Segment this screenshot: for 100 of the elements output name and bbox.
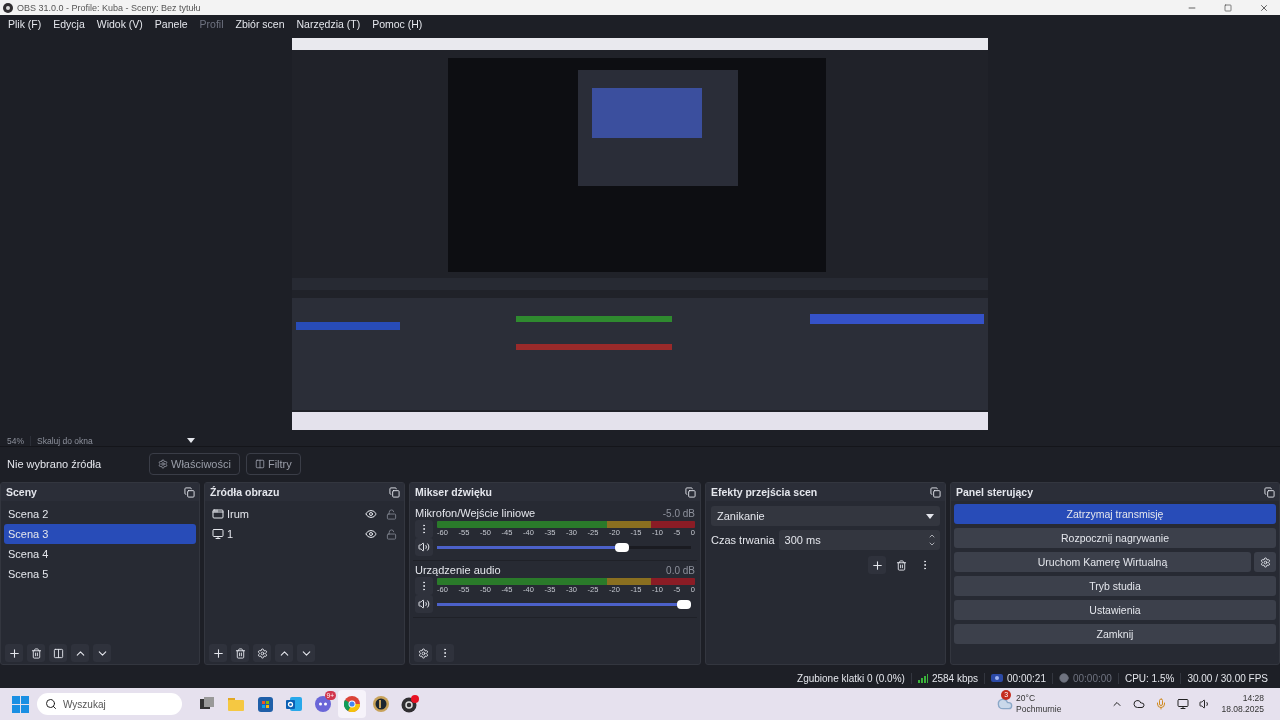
monitor-icon [212, 528, 224, 540]
add-button[interactable] [209, 644, 227, 662]
maximize-icon[interactable] [1224, 3, 1232, 12]
channel-menu-button[interactable] [415, 577, 433, 595]
move-down-button[interactable] [93, 644, 111, 662]
scene-item[interactable]: Scena 4 [4, 544, 196, 564]
float-dock-icon[interactable] [930, 486, 941, 498]
store-icon [257, 696, 273, 712]
trash-icon [234, 647, 246, 659]
menu-item[interactable]: Panele [148, 17, 194, 30]
clock-time: 14:28 [1242, 693, 1264, 704]
control-button[interactable]: Tryb studia [954, 576, 1276, 596]
dock-title: Panel sterujący [956, 486, 1034, 498]
filters-button[interactable]: Filtry [245, 452, 301, 475]
record-time: 00:00:00 [1072, 672, 1112, 684]
stream-time: 00:00:21 [1007, 672, 1046, 684]
transition-dropdown[interactable]: Zanikanie [711, 506, 940, 526]
record-icon [1058, 673, 1069, 683]
control-button[interactable]: Ustawienia [954, 600, 1276, 620]
filter-icon [254, 458, 265, 469]
settings-button[interactable] [1254, 552, 1276, 572]
properties-button[interactable]: Właściwości [149, 452, 240, 475]
control-button[interactable]: Rozpocznij nagrywanie [954, 528, 1276, 548]
visibility-icon[interactable] [365, 508, 377, 520]
stream-icon [991, 674, 1004, 682]
browser-icon [344, 696, 360, 712]
mute-button[interactable] [415, 538, 433, 556]
folder-icon [228, 697, 244, 711]
window-icon [212, 508, 224, 520]
search-field[interactable]: Wyszukaj [37, 693, 182, 715]
float-dock-icon[interactable] [685, 486, 696, 498]
caret-icon [926, 513, 934, 519]
menu-item[interactable]: Narzędzia (T) [290, 17, 367, 30]
float-dock-icon[interactable] [184, 486, 195, 498]
settings-button[interactable] [253, 644, 271, 662]
weather-condition: Pochmurnie [1016, 704, 1062, 715]
close-icon[interactable] [1259, 2, 1269, 13]
menu-item[interactable]: Plik (F) [2, 17, 48, 30]
menu-item[interactable]: Pomoc (H) [366, 17, 429, 30]
control-button[interactable]: Uruchom Kamerę Wirtualną [954, 552, 1251, 572]
app-logo-icon [3, 2, 13, 13]
volume-reading: -5.0 dB [662, 507, 695, 519]
scene-item[interactable]: Scena 5 [4, 564, 196, 584]
lock-icon[interactable] [386, 508, 397, 520]
channel-name: Urządzenie audio [415, 564, 501, 576]
caret-icon [187, 438, 195, 443]
plus-icon [211, 646, 225, 660]
lock-icon[interactable] [386, 528, 397, 540]
chat-app-icon [315, 696, 331, 712]
dock-title: Mikser dźwięku [415, 486, 493, 498]
float-dock-icon[interactable] [1264, 486, 1275, 498]
dock-title: Efekty przejścia scen [711, 486, 818, 498]
scene-item[interactable]: Scena 3 [4, 524, 196, 544]
signal-icon [917, 673, 928, 683]
channel-name: Mikrofon/Wejście liniowe [415, 507, 536, 519]
window-title: OBS 31.0.0 - Profile: Kuba - Sceny: Bez tytułu [17, 2, 202, 13]
filter-icon [52, 647, 64, 659]
menu-item[interactable]: Widok (V) [90, 17, 149, 30]
zoom-percent: 54% [7, 435, 24, 446]
delete-button[interactable] [27, 644, 45, 662]
menu-item[interactable]: Edycja [47, 17, 91, 30]
dropped-frames: Zgubione klatki 0 (0.0%) [791, 672, 911, 684]
move-up-button[interactable] [275, 644, 293, 662]
filters-button[interactable] [49, 644, 67, 662]
menu-item[interactable]: Zbiór scen [229, 17, 291, 30]
mixer-menu-button[interactable] [436, 644, 454, 662]
plus-icon [870, 558, 884, 572]
duration-field[interactable]: 300 ms [778, 530, 940, 550]
trash-icon [895, 559, 907, 571]
delete-button[interactable] [231, 644, 249, 662]
channel-menu-button[interactable] [415, 520, 433, 538]
slider-handle[interactable] [614, 542, 629, 552]
add-button[interactable] [868, 556, 886, 574]
duration-label: Czas trwania [711, 534, 775, 546]
trash-icon [30, 647, 42, 659]
cpu-usage: CPU: 1.5% [1117, 672, 1181, 684]
control-button[interactable]: Zamknij [954, 624, 1276, 644]
advanced-audio-button[interactable] [414, 644, 432, 662]
visibility-icon[interactable] [365, 528, 377, 540]
settings-icon [158, 458, 168, 469]
add-button[interactable] [5, 644, 23, 662]
fps: 30.00 / 30.00 FPS [1180, 672, 1274, 684]
dock-title: Sceny [6, 486, 37, 498]
settings-icon [256, 647, 268, 659]
start-button[interactable] [12, 695, 29, 713]
move-up-button[interactable] [71, 644, 89, 662]
slider-handle[interactable] [677, 599, 691, 609]
source-item[interactable]: Irum [208, 504, 401, 524]
float-dock-icon[interactable] [389, 486, 400, 498]
source-item[interactable]: 1 [208, 524, 401, 544]
temperature: 20°C [1016, 693, 1036, 704]
move-down-button[interactable] [297, 644, 315, 662]
scene-item[interactable]: Scena 2 [4, 504, 196, 524]
control-button[interactable]: Zatrzymaj transmisję [954, 504, 1276, 524]
clock-date: 18.08.2025 [1221, 704, 1264, 715]
increment-icon [928, 532, 936, 540]
mail-icon [286, 697, 302, 711]
scale-dropdown[interactable]: Skaluj do okna [30, 435, 195, 446]
decrement-icon [928, 540, 936, 548]
mute-button[interactable] [415, 595, 433, 613]
